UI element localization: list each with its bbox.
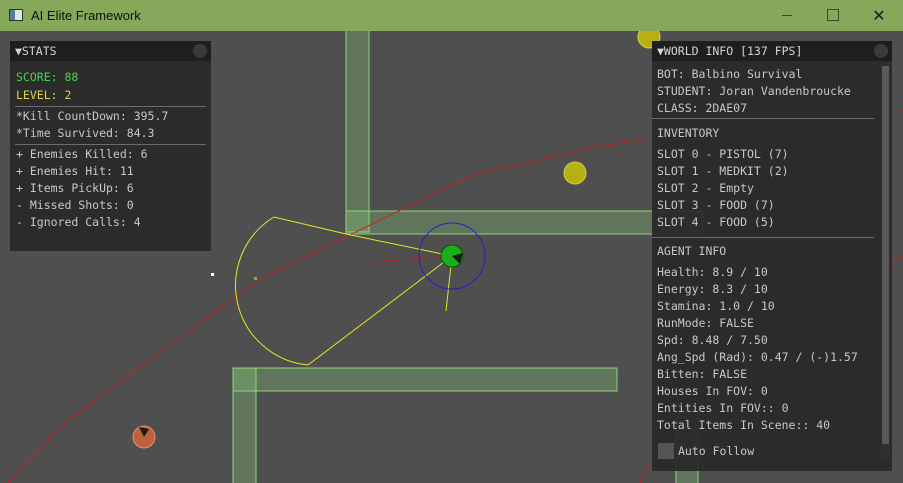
- health-text: Health: 8.9 / 10: [657, 265, 768, 279]
- entities-in-fov-text: Entities In FOV:: 0: [657, 401, 789, 415]
- enemies-hit-text: + Enemies Hit: 11: [16, 164, 134, 178]
- items-pickup-text: + Items PickUp: 6: [16, 181, 134, 195]
- stats-panel-title: ▼STATS: [15, 44, 57, 58]
- stats-panel: ▼STATS SCORE: 88 LEVEL: 2 *Kill CountDow…: [10, 41, 211, 251]
- target-marker: [211, 273, 214, 276]
- stats-panel-header[interactable]: ▼STATS: [10, 41, 211, 61]
- bitten-text: Bitten: FALSE: [657, 367, 748, 381]
- maximize-button[interactable]: [810, 0, 856, 31]
- divider: [15, 106, 206, 107]
- bot-text: BOT: Balbino Survival: [657, 67, 803, 81]
- energy-text: Energy: 8.3 / 10: [657, 282, 768, 296]
- house-wall: [232, 367, 618, 392]
- app-icon: [9, 9, 23, 21]
- kill-countdown-text: *Kill CountDown: 395.7: [16, 109, 169, 123]
- world-info-panel: ▼WORLD INFO [137 FPS] BOT: Balbino Survi…: [652, 41, 892, 471]
- divider: [15, 144, 206, 145]
- house-wall: [345, 210, 663, 235]
- inventory-slot: SLOT 4 - FOOD (5): [657, 215, 775, 229]
- enemies-killed-text: + Enemies Killed: 6: [16, 147, 148, 161]
- minimize-button[interactable]: [764, 0, 810, 31]
- title-bar: AI Elite Framework ✕: [0, 0, 903, 31]
- houses-in-fov-text: Houses In FOV: 0: [657, 384, 768, 398]
- time-survived-text: *Time Survived: 84.3: [16, 126, 155, 140]
- auto-follow-checkbox[interactable]: [658, 443, 674, 459]
- item-pickup: [563, 161, 587, 185]
- house-wall: [232, 367, 257, 483]
- auto-follow-label: Auto Follow: [678, 444, 755, 458]
- scrollbar-thumb[interactable]: [882, 66, 889, 444]
- inventory-slot: SLOT 3 - FOOD (7): [657, 198, 775, 212]
- stamina-text: Stamina: 1.0 / 10: [657, 299, 775, 313]
- missed-shots-text: - Missed Shots: 0: [16, 198, 134, 212]
- agent-heading-line: [369, 255, 453, 263]
- close-button[interactable]: ✕: [856, 0, 902, 31]
- inventory-slot: SLOT 0 - PISTOL (7): [657, 147, 789, 161]
- level-text: LEVEL: 2: [16, 88, 72, 102]
- minimize-icon: [782, 14, 792, 16]
- class-text: CLASS: 2DAE07: [657, 101, 748, 115]
- world-info-header[interactable]: ▼WORLD INFO [137 FPS]: [652, 41, 892, 61]
- inventory-slot: SLOT 2 - Empty: [657, 181, 754, 195]
- window-title: AI Elite Framework: [31, 8, 141, 23]
- house-wall: [345, 31, 370, 233]
- divider: [652, 237, 874, 238]
- inventory-slot: SLOT 1 - MEDKIT (2): [657, 164, 789, 178]
- agent-info-header: AGENT INFO: [657, 244, 727, 258]
- runmode-text: RunMode: FALSE: [657, 316, 754, 330]
- speed-text: Spd: 8.48 / 7.50: [657, 333, 768, 347]
- inventory-header: INVENTORY: [657, 126, 720, 140]
- maximize-icon: [827, 9, 839, 21]
- divider: [652, 118, 874, 119]
- waypoint-marker: [254, 277, 257, 280]
- student-text: STUDENT: Joran Vandenbroucke: [657, 84, 851, 98]
- scrollbar[interactable]: [881, 63, 890, 458]
- world-info-title: ▼WORLD INFO [137 FPS]: [657, 44, 803, 58]
- panel-close-icon[interactable]: [193, 44, 207, 58]
- score-text: SCORE: 88: [16, 70, 79, 84]
- total-items-text: Total Items In Scene:: 40: [657, 418, 831, 432]
- fov-cone: [235, 216, 454, 366]
- close-icon: ✕: [872, 6, 886, 25]
- angular-speed-text: Ang_Spd (Rad): 0.47 / (-)1.57: [657, 350, 858, 364]
- panel-close-icon[interactable]: [874, 44, 888, 58]
- ignored-calls-text: - Ignored Calls: 4: [16, 215, 141, 229]
